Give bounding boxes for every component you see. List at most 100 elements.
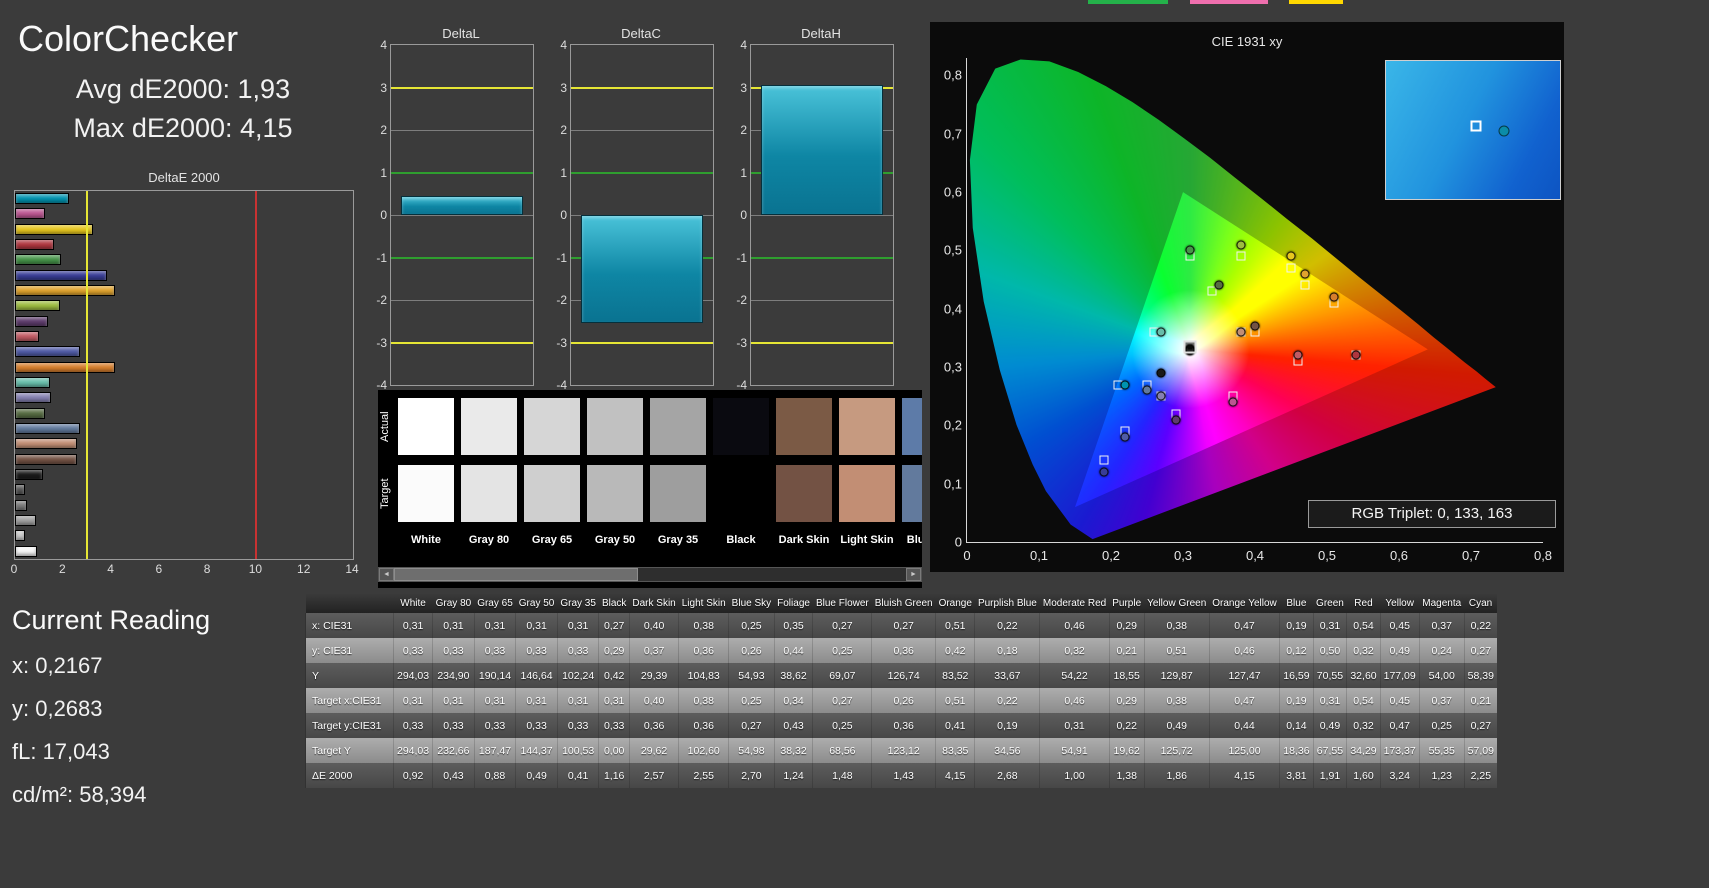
cell-y-cie31-gray-65: 0,33 [474,638,516,663]
deltae-bar-cyan [15,193,69,204]
actual-swatch-dark-skin[interactable] [776,398,832,455]
cell-y-dark-skin: 29,39 [629,663,678,688]
deltae-bar-red [15,239,54,250]
swatch-column-gray-80: Gray 80 [461,398,517,558]
actual-swatch-gray-35[interactable] [650,398,706,455]
target-swatch-gray-80[interactable] [461,465,517,522]
measurement-table-wrap: WhiteGray 80Gray 65Gray 50Gray 35BlackDa… [305,594,1439,788]
deltae-bar-white [15,546,37,557]
cell-target-y-cie31-moderate-red: 0,31 [1040,713,1109,738]
scroll-right-arrow[interactable]: ► [906,568,921,581]
scroll-left-arrow[interactable]: ◄ [379,568,394,581]
column-header-gray-65: Gray 65 [474,594,516,613]
deltaL-refline-1 [391,172,533,174]
cell-y-cie31-purplish-blue: 0,18 [975,638,1040,663]
target-row-label: Target [379,465,395,522]
current-reading-title: Current Reading [12,605,302,636]
deltae-plot [14,190,354,560]
deltae-bar-light-skin [15,438,77,449]
cell-x-cie31-blue-flower: 0,27 [813,613,872,638]
green-tab[interactable] [1088,0,1168,4]
cell-y-blue-sky: 54,93 [729,663,774,688]
measured-point-orange-yellow [1301,269,1310,278]
deltaC-ylabel-4: 4 [543,38,567,52]
cell-target-y-cie31-white: 0,33 [394,713,433,738]
cell-y-cie31-purple: 0,21 [1109,638,1144,663]
pink-tab[interactable] [1190,0,1268,4]
target-swatch-gray-50[interactable] [587,465,643,522]
scrollbar-thumb[interactable] [394,568,638,581]
swatch-column-white: White [398,398,454,558]
column-header-cyan: Cyan [1464,594,1497,613]
table-row-target-y-cie31: Target y:CIE310,330,330,330,330,330,330,… [306,713,1497,738]
actual-swatch-gray-65[interactable] [524,398,580,455]
deltaC-ylabel--2: -2 [543,293,567,307]
target-swatch-light-skin[interactable] [839,465,895,522]
target-swatch-dark-skin[interactable] [776,465,832,522]
cell-e-2000-gray-80: 0,43 [433,763,475,788]
swatch-column-dark-skin: Dark Skin [776,398,832,558]
deltal-chart: DeltaL 43210-1-2-3-4 [368,26,538,406]
target-swatch-black[interactable] [713,465,769,522]
cie-ylabel-3: 0,3 [944,360,962,375]
target-swatch-blue-sky[interactable] [902,465,922,522]
deltaC-ylabel-1: 1 [543,166,567,180]
cell-e-2000-purplish-blue: 2,68 [975,763,1040,788]
cell-y-bluish-green: 126,74 [872,663,936,688]
swatch-column-blue-sky: Blue Sky [902,398,922,558]
deltae-tick-4: 4 [107,562,114,576]
actual-swatch-black[interactable] [713,398,769,455]
target-point-orange-yellow [1301,281,1310,290]
deltaH-bar [761,85,883,215]
cell-target-y-cie31-black: 0,33 [599,713,629,738]
table-header-row: WhiteGray 80Gray 65Gray 50Gray 35BlackDa… [306,594,1497,613]
cell-y-cie31-blue-sky: 0,26 [729,638,774,663]
cell-e-2000-gray-50: 0,49 [516,763,558,788]
reading-x: x: 0,2167 [12,653,302,679]
deltae-bar-gray-50 [15,500,27,511]
column-header-gray-80: Gray 80 [433,594,475,613]
yellow-tab[interactable] [1289,0,1343,4]
cell-y-cie31-white: 0,33 [394,638,433,663]
cell-target-y-cie31-dark-skin: 0,36 [629,713,678,738]
cell-target-x-cie31-blue: 0,19 [1280,688,1313,713]
target-swatch-gray-65[interactable] [524,465,580,522]
deltal-plot: 43210-1-2-3-4 [390,44,534,386]
swatch-scrollbar[interactable]: ◄ ► [378,567,922,582]
cell-target-x-cie31-purple: 0,29 [1109,688,1144,713]
cell-target-x-cie31-green: 0,31 [1313,688,1347,713]
cell-e-2000-light-skin: 2,55 [679,763,729,788]
actual-swatch-white[interactable] [398,398,454,455]
cell-target-y-cie31-gray-35: 0,33 [557,713,599,738]
cell-y-cie31-gray-35: 0,33 [557,638,599,663]
cell-y-white: 294,03 [394,663,433,688]
measured-point-black [1157,368,1166,377]
actual-swatch-gray-50[interactable] [587,398,643,455]
swatch-label-black: Black [713,534,769,546]
cell-target-y-cie31-green: 0,49 [1313,713,1347,738]
cell-target-x-cie31-gray-50: 0,31 [516,688,558,713]
cell-y-green: 70,55 [1313,663,1347,688]
swatch-column-gray-35: Gray 35 [650,398,706,558]
cell-y-cie31-green: 0,50 [1313,638,1347,663]
actual-swatch-gray-80[interactable] [461,398,517,455]
cell-target-y-cie31-magenta: 0,25 [1419,713,1464,738]
swatch-label-gray-65: Gray 65 [524,534,580,546]
cie-xlabel-5: 0,5 [1318,548,1336,563]
actual-swatch-light-skin[interactable] [839,398,895,455]
cell-target-y-cie31-purplish-blue: 0,19 [975,713,1040,738]
deltae-tick-0: 0 [11,562,18,576]
actual-swatch-blue-sky[interactable] [902,398,922,455]
cie-xlabel-6: 0,6 [1390,548,1408,563]
target-swatch-white[interactable] [398,465,454,522]
cell-target-x-cie31-magenta: 0,37 [1419,688,1464,713]
target-point-blue [1099,456,1108,465]
cell-target-x-cie31-red: 0,54 [1347,688,1380,713]
deltae-chart-title: DeltaE 2000 [8,170,360,185]
cell-y-blue-flower: 69,07 [813,663,872,688]
measured-point-light-skin [1236,328,1245,337]
column-header-black: Black [599,594,629,613]
deltaL-ylabel--3: -3 [363,336,387,350]
target-swatch-gray-35[interactable] [650,465,706,522]
row-label-e-2000: ΔE 2000 [306,763,394,788]
